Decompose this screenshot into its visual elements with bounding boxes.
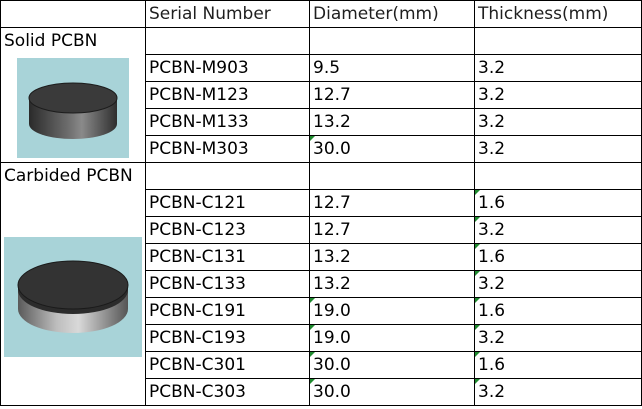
diameter-cell: 12.7 xyxy=(309,81,475,109)
thickness-cell: 3.2 xyxy=(474,135,642,163)
diameter-cell: 9.5 xyxy=(309,54,475,82)
thickness-cell: 3.2 xyxy=(474,108,642,136)
empty-cell xyxy=(309,27,475,55)
serial-cell: PCBN-C193 xyxy=(145,324,310,352)
thickness-cell: 1.6 xyxy=(474,351,642,379)
thickness-cell: 1.6 xyxy=(474,243,642,271)
serial-cell: PCBN-C133 xyxy=(145,270,310,298)
solid-pcbn-image-cell xyxy=(0,54,146,163)
empty-cell xyxy=(474,162,642,190)
thickness-cell: 1.6 xyxy=(474,189,642,217)
serial-cell: PCBN-M903 xyxy=(145,54,310,82)
section-title-row: Carbided PCBN xyxy=(0,162,642,190)
header-blank-cell xyxy=(0,0,146,28)
serial-cell: PCBN-M123 xyxy=(145,81,310,109)
thickness-cell: 3.2 xyxy=(474,81,642,109)
header-serial-number: Serial Number xyxy=(145,0,310,28)
diameter-cell: 30.0 xyxy=(309,378,475,406)
serial-cell: PCBN-C131 xyxy=(145,243,310,271)
solid-pcbn-blank-icon xyxy=(17,58,129,159)
table-row: PCBN-C121 12.7 1.6 xyxy=(0,189,642,406)
diameter-cell: 12.7 xyxy=(309,216,475,244)
serial-cell: PCBN-C121 xyxy=(145,189,310,217)
diameter-cell: 30.0 xyxy=(309,351,475,379)
carbided-pcbn-blank-icon xyxy=(4,237,142,358)
carbided-pcbn-image-cell xyxy=(0,189,146,406)
empty-cell xyxy=(309,162,475,190)
table-row: PCBN-M903 9.5 3.2 xyxy=(0,54,642,163)
thickness-cell: 3.2 xyxy=(474,270,642,298)
diameter-cell: 30.0 xyxy=(309,135,475,163)
section-title-carbided-pcbn: Carbided PCBN xyxy=(0,162,146,190)
diameter-cell: 12.7 xyxy=(309,189,475,217)
thickness-cell: 3.2 xyxy=(474,324,642,352)
serial-cell: PCBN-C123 xyxy=(145,216,310,244)
section-title-row: Solid PCBN xyxy=(0,27,642,55)
empty-cell xyxy=(474,27,642,55)
serial-cell: PCBN-M133 xyxy=(145,108,310,136)
diameter-cell: 19.0 xyxy=(309,297,475,325)
header-row: Serial Number Diameter(mm) Thickness(mm) xyxy=(0,0,642,28)
empty-cell xyxy=(145,27,310,55)
header-diameter: Diameter(mm) xyxy=(309,0,475,28)
serial-cell: PCBN-C303 xyxy=(145,378,310,406)
serial-cell: PCBN-C191 xyxy=(145,297,310,325)
thickness-cell: 1.6 xyxy=(474,297,642,325)
empty-cell xyxy=(145,162,310,190)
header-thickness: Thickness(mm) xyxy=(474,0,642,28)
thickness-cell: 3.2 xyxy=(474,216,642,244)
serial-cell: PCBN-M303 xyxy=(145,135,310,163)
thickness-cell: 3.2 xyxy=(474,54,642,82)
pcbn-spec-table: Serial Number Diameter(mm) Thickness(mm)… xyxy=(0,0,642,406)
section-title-solid-pcbn: Solid PCBN xyxy=(0,27,146,55)
serial-cell: PCBN-C301 xyxy=(145,351,310,379)
diameter-cell: 13.2 xyxy=(309,108,475,136)
diameter-cell: 13.2 xyxy=(309,270,475,298)
diameter-cell: 19.0 xyxy=(309,324,475,352)
thickness-cell: 3.2 xyxy=(474,378,642,406)
diameter-cell: 13.2 xyxy=(309,243,475,271)
